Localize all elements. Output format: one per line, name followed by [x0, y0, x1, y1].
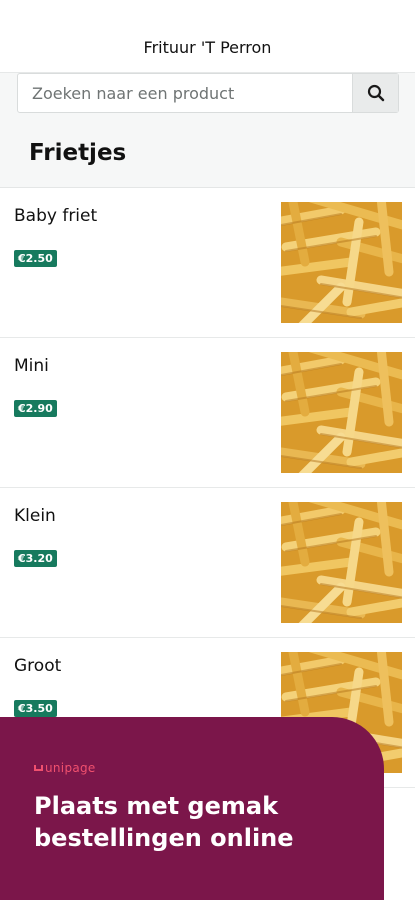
search-section: Frietjes: [0, 72, 415, 188]
product-item[interactable]: Mini €2.90: [0, 338, 415, 488]
search-input[interactable]: [18, 74, 352, 112]
search-box: [17, 73, 399, 113]
product-name: Klein: [14, 506, 56, 526]
promo-banner[interactable]: unipage Plaats met gemak bestellingen on…: [0, 717, 384, 900]
product-image: [281, 502, 402, 623]
product-name: Baby friet: [14, 206, 98, 226]
promo-text: Plaats met gemak bestellingen online: [34, 792, 294, 852]
unipage-logo: unipage: [34, 761, 96, 775]
category-heading: Frietjes: [29, 140, 127, 166]
product-image: [281, 202, 402, 323]
price-badge: €3.50: [14, 700, 57, 717]
product-name: Mini: [14, 356, 49, 376]
search-button[interactable]: [352, 74, 398, 112]
product-name: Groot: [14, 656, 62, 676]
product-list: Baby friet €2.50 Mini €2.90 Klein €3.20 …: [0, 188, 415, 788]
product-item[interactable]: Klein €3.20: [0, 488, 415, 638]
product-image: [281, 352, 402, 473]
product-item[interactable]: Baby friet €2.50: [0, 188, 415, 338]
app-header: Frituur 'T Perron: [0, 0, 415, 72]
price-badge: €3.20: [14, 550, 57, 567]
logo-mark-icon: [34, 765, 43, 771]
price-badge: €2.90: [14, 400, 57, 417]
page-title: Frituur 'T Perron: [143, 38, 272, 57]
price-badge: €2.50: [14, 250, 57, 267]
search-icon: [367, 84, 384, 102]
logo-text: unipage: [45, 761, 96, 775]
